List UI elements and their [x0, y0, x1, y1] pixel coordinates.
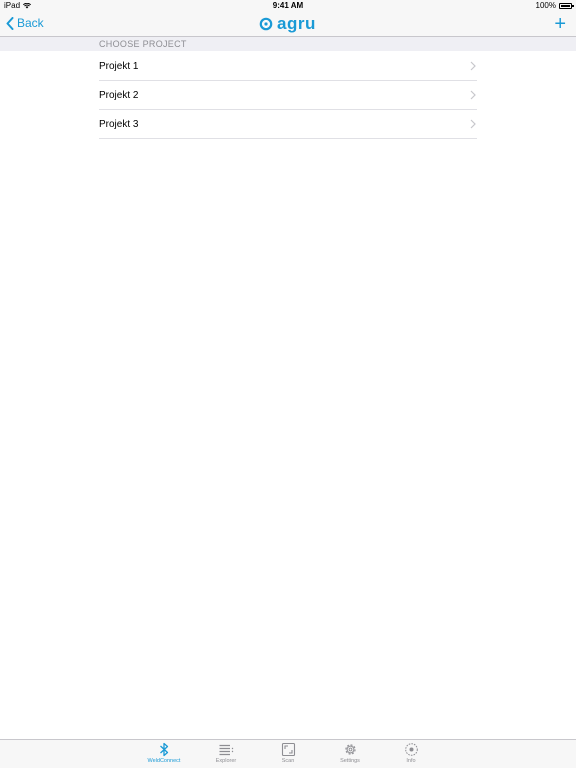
project-list: Projekt 1 Projekt 2 Projekt 3 [99, 52, 477, 139]
section-title: CHOOSE PROJECT [99, 39, 187, 49]
tab-label: WeldConnect [147, 758, 181, 764]
list-item[interactable]: Projekt 1 [99, 52, 477, 81]
status-right: 100% [535, 1, 574, 10]
tab-explorer[interactable]: Explorer [201, 742, 251, 768]
battery-icon [559, 2, 574, 9]
tab-bar: WeldConnect Explorer Scan Settings Info [0, 739, 576, 768]
navigation-bar: Back agru + [0, 12, 576, 37]
list-icon [219, 744, 234, 756]
add-project-button[interactable]: + [554, 14, 566, 34]
gear-icon [344, 744, 356, 755]
chevron-right-icon [470, 90, 476, 100]
section-header: CHOOSE PROJECT [0, 37, 576, 51]
tab-label: Settings [340, 758, 360, 764]
status-time: 9:41 AM [272, 1, 304, 10]
battery-percent: 100% [535, 1, 556, 10]
scan-icon [281, 742, 295, 757]
back-label: Back [17, 16, 44, 30]
tab-scan[interactable]: Scan [263, 742, 313, 768]
chevron-right-icon [470, 61, 476, 71]
list-item-label: Projekt 3 [99, 118, 139, 130]
back-button[interactable]: Back [6, 16, 44, 30]
chevron-right-icon [470, 119, 476, 129]
list-item[interactable]: Projekt 2 [99, 81, 477, 110]
list-item[interactable]: Projekt 3 [99, 110, 477, 139]
list-item-label: Projekt 1 [99, 60, 139, 72]
tab-label: Explorer [215, 758, 237, 764]
agru-logo-icon [259, 17, 273, 31]
tab-settings[interactable]: Settings [325, 742, 375, 768]
tab-label: Scan [281, 758, 295, 764]
info-icon [404, 743, 418, 756]
tab-weldconnect[interactable]: WeldConnect [139, 742, 189, 768]
agru-logo-text: agru [277, 14, 316, 33]
tab-info[interactable]: Info [386, 742, 436, 768]
chevron-left-icon [6, 16, 14, 30]
agru-logo: agru [259, 15, 316, 33]
status-bar: iPad 9:41 AM 100% [0, 0, 576, 12]
tab-label: Info [406, 758, 416, 764]
list-item-label: Projekt 2 [99, 89, 139, 101]
bluetooth-icon [160, 742, 169, 757]
